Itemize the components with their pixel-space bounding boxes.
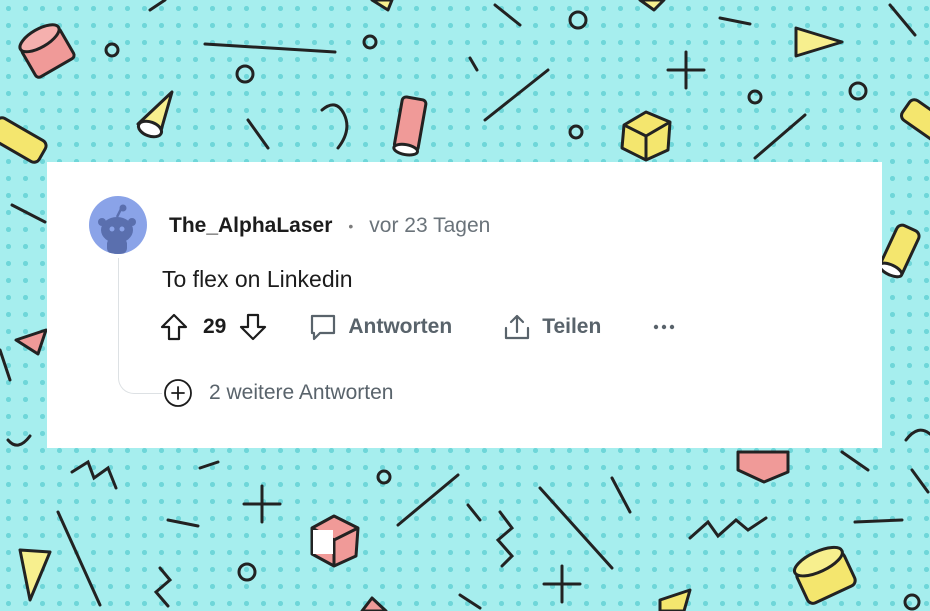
reply-button[interactable]: Antworten <box>308 312 452 342</box>
comment-bubble-icon <box>311 314 336 341</box>
more-replies-button[interactable]: 2 weitere Antworten <box>163 378 393 408</box>
vote-count: 29 <box>203 315 227 338</box>
plus-circle-icon <box>164 379 192 407</box>
share-button[interactable]: Teilen <box>502 312 601 342</box>
username[interactable]: The_AlphaLaser <box>169 214 332 238</box>
downvote-arrow-icon <box>240 313 267 341</box>
upvote-button[interactable] <box>159 312 189 342</box>
comment-meta: The_AlphaLaser • vor 23 Tagen <box>169 214 490 238</box>
comment-body: To flex on Linkedin <box>162 266 353 292</box>
upvote-arrow-icon <box>160 313 188 341</box>
avatar[interactable] <box>89 196 147 254</box>
more-options-icon <box>654 324 675 330</box>
thread-line <box>118 258 162 394</box>
timestamp: vor 23 Tagen <box>369 214 491 237</box>
more-options-button[interactable] <box>653 322 675 332</box>
share-icon <box>505 314 530 340</box>
more-replies-label: 2 weitere Antworten <box>209 381 394 404</box>
comment-card: The_AlphaLaser • vor 23 Tagen To flex on… <box>47 162 882 448</box>
downvote-button[interactable] <box>238 312 268 342</box>
share-label: Teilen <box>542 315 602 338</box>
action-bar: 29 Antworten Teilen <box>159 310 675 344</box>
snoo-avatar-icon <box>98 204 136 254</box>
meta-separator: • <box>348 218 354 234</box>
reply-label: Antworten <box>348 315 453 338</box>
